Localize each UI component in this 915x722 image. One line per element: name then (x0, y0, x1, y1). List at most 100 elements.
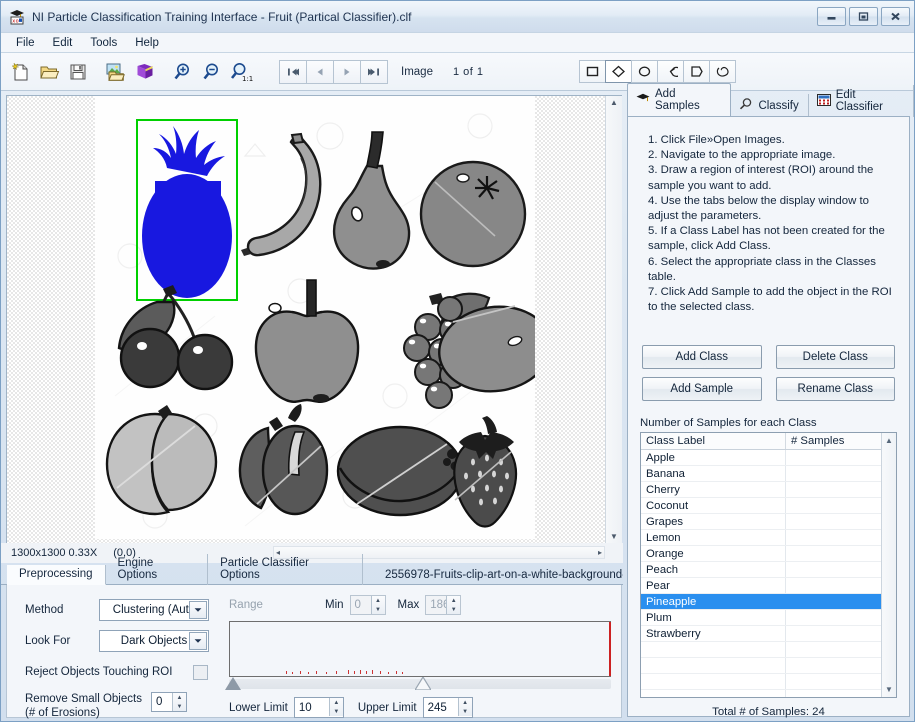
lower-limit-down-icon[interactable]: ▼ (330, 707, 343, 716)
roi-polygon-tool[interactable] (683, 60, 710, 83)
menu-item-tools[interactable]: Tools (81, 35, 126, 51)
threshold-slider[interactable] (229, 679, 611, 689)
next-image-button[interactable] (333, 60, 361, 84)
viewer-vertical-scrollbar[interactable]: ▲ ▼ (605, 96, 622, 543)
add-class-button[interactable]: Add Class (642, 345, 762, 369)
lower-limit-up-icon[interactable]: ▲ (330, 698, 343, 707)
open-folder-icon[interactable] (35, 58, 63, 86)
roi-rectangle-tool[interactable] (579, 60, 606, 83)
table-scroll-up-arrow-icon[interactable]: ▲ (885, 433, 893, 448)
min-stepper-up-icon[interactable]: ▲ (372, 596, 385, 605)
lower-limit-slider-thumb[interactable] (225, 677, 241, 690)
table-vertical-scrollbar[interactable]: ▲ ▼ (881, 433, 896, 697)
roi-freehand-tool[interactable] (709, 60, 736, 83)
scroll-up-arrow-icon[interactable]: ▲ (610, 96, 618, 110)
table-row[interactable]: Apple2 (641, 450, 896, 466)
table-row-empty[interactable] (641, 642, 896, 658)
look-for-dropdown[interactable]: Dark Objects (99, 630, 209, 652)
maximize-icon[interactable] (849, 7, 878, 26)
prev-image-button[interactable] (306, 60, 334, 84)
table-cell-class-label: Pineapple (641, 594, 786, 609)
zoom-1to1-icon[interactable]: 1:1 (227, 58, 255, 86)
table-row[interactable]: Peach2 (641, 562, 896, 578)
table-row-empty[interactable] (641, 658, 896, 674)
menu-item-edit[interactable]: Edit (44, 35, 82, 51)
scroll-right-arrow-icon[interactable]: ▸ (598, 548, 602, 557)
svg-text:1:1: 1:1 (242, 75, 253, 83)
table-row[interactable]: Plum2 (641, 610, 896, 626)
tab-particle-classifier-options[interactable]: Particle Classifier Options (208, 554, 363, 585)
rename-class-button[interactable]: Rename Class (776, 377, 896, 401)
tab-engine-options[interactable]: Engine Options (106, 554, 209, 585)
chevron-down-icon-2[interactable] (189, 632, 207, 650)
tab-edit-classifier[interactable]: Edit Classifier (809, 85, 914, 117)
scroll-down-arrow-icon[interactable]: ▼ (610, 530, 618, 543)
table-row[interactable]: Lemon2 (641, 530, 896, 546)
save-disk-icon[interactable] (64, 58, 92, 86)
table-row[interactable]: Pineapple2 (641, 594, 896, 610)
instruction-step-4: 4. Use the tabs below the display window… (648, 194, 897, 224)
remove-small-objects-stepper[interactable]: 0 ▲▼ (151, 692, 187, 712)
upper-limit-up-icon[interactable]: ▲ (459, 698, 472, 707)
image-viewer[interactable]: ▲ ▼ (6, 95, 622, 543)
table-cell-empty (786, 690, 896, 698)
lower-limit-stepper-arrows[interactable]: ▲▼ (329, 698, 343, 716)
table-row-empty[interactable] (641, 674, 896, 690)
upper-limit-down-icon[interactable]: ▼ (459, 707, 472, 716)
table-row[interactable]: Coconut2 (641, 498, 896, 514)
max-stepper-arrows[interactable]: ▲▼ (446, 596, 460, 614)
upper-limit-stepper[interactable]: 245 ▲▼ (423, 697, 473, 718)
add-sample-button[interactable]: Add Sample (642, 377, 762, 401)
stepper-down-icon[interactable]: ▼ (173, 702, 186, 711)
first-image-button[interactable] (279, 60, 307, 84)
stepper-up-icon[interactable]: ▲ (173, 693, 186, 702)
fruit-image-canvas[interactable] (95, 96, 535, 539)
reject-objects-checkbox[interactable] (193, 665, 208, 680)
class-samples-table[interactable]: Class Label # Samples Apple2Banana2Cherr… (640, 432, 897, 698)
table-row-empty[interactable] (641, 690, 896, 698)
zoom-out-icon[interactable] (198, 58, 226, 86)
max-value-stepper[interactable]: 186 ▲▼ (425, 595, 461, 615)
last-image-button[interactable] (360, 60, 388, 84)
table-cell-num-samples: 2 (786, 466, 896, 481)
table-row[interactable]: Grapes2 (641, 514, 896, 530)
menu-item-file[interactable]: File (7, 35, 44, 51)
roi-oval-tool[interactable] (631, 60, 658, 83)
book-icon[interactable] (131, 58, 159, 86)
method-dropdown[interactable]: Clustering (Auto (99, 599, 209, 621)
remove-small-objects-label: Remove Small Objects (# of Erosions) (25, 692, 151, 720)
table-row[interactable]: Orange2 (641, 546, 896, 562)
max-stepper-up-icon[interactable]: ▲ (447, 596, 460, 605)
new-file-icon[interactable] (6, 58, 34, 86)
max-stepper-down-icon[interactable]: ▼ (447, 605, 460, 614)
instruction-step-2: 2. Navigate to the appropriate image. (648, 148, 897, 163)
tab-classify[interactable]: Classify (731, 94, 808, 117)
min-stepper-arrows[interactable]: ▲▼ (371, 596, 385, 614)
zoom-in-icon[interactable] (169, 58, 197, 86)
tab-add-samples[interactable]: Add Samples (627, 83, 731, 117)
histogram-plot[interactable] (229, 621, 611, 677)
table-scroll-down-arrow-icon[interactable]: ▼ (885, 682, 893, 697)
upper-limit-stepper-arrows[interactable]: ▲▼ (458, 698, 472, 716)
tab-preprocessing[interactable]: Preprocessing (7, 565, 106, 585)
upper-limit-label: Upper Limit (358, 702, 417, 714)
menu-item-help[interactable]: Help (126, 35, 168, 51)
roi-rotated-rect-tool[interactable] (605, 60, 632, 83)
lower-limit-stepper[interactable]: 10 ▲▼ (294, 697, 344, 718)
table-row[interactable]: Cherry2 (641, 482, 896, 498)
table-row[interactable]: Banana2 (641, 466, 896, 482)
tab-current-filename[interactable]: 2556978-Fruits-clip-art-on-a-white-backg… (363, 566, 623, 585)
delete-class-button[interactable]: Delete Class (776, 345, 896, 369)
chevron-down-icon[interactable] (189, 601, 207, 619)
minimize-icon[interactable] (817, 7, 846, 26)
roi-annulus-tool[interactable] (657, 60, 684, 83)
look-for-row: Look For Dark Objects (25, 630, 225, 652)
particle-coconut (338, 427, 462, 515)
min-stepper-down-icon[interactable]: ▼ (372, 605, 385, 614)
table-row[interactable]: Strawberry2 (641, 626, 896, 642)
stepper-arrows[interactable]: ▲▼ (172, 693, 186, 711)
min-value-stepper[interactable]: 0 ▲▼ (350, 595, 386, 615)
close-icon[interactable] (881, 7, 910, 26)
open-images-icon[interactable] (102, 58, 130, 86)
table-row[interactable]: Pear2 (641, 578, 896, 594)
